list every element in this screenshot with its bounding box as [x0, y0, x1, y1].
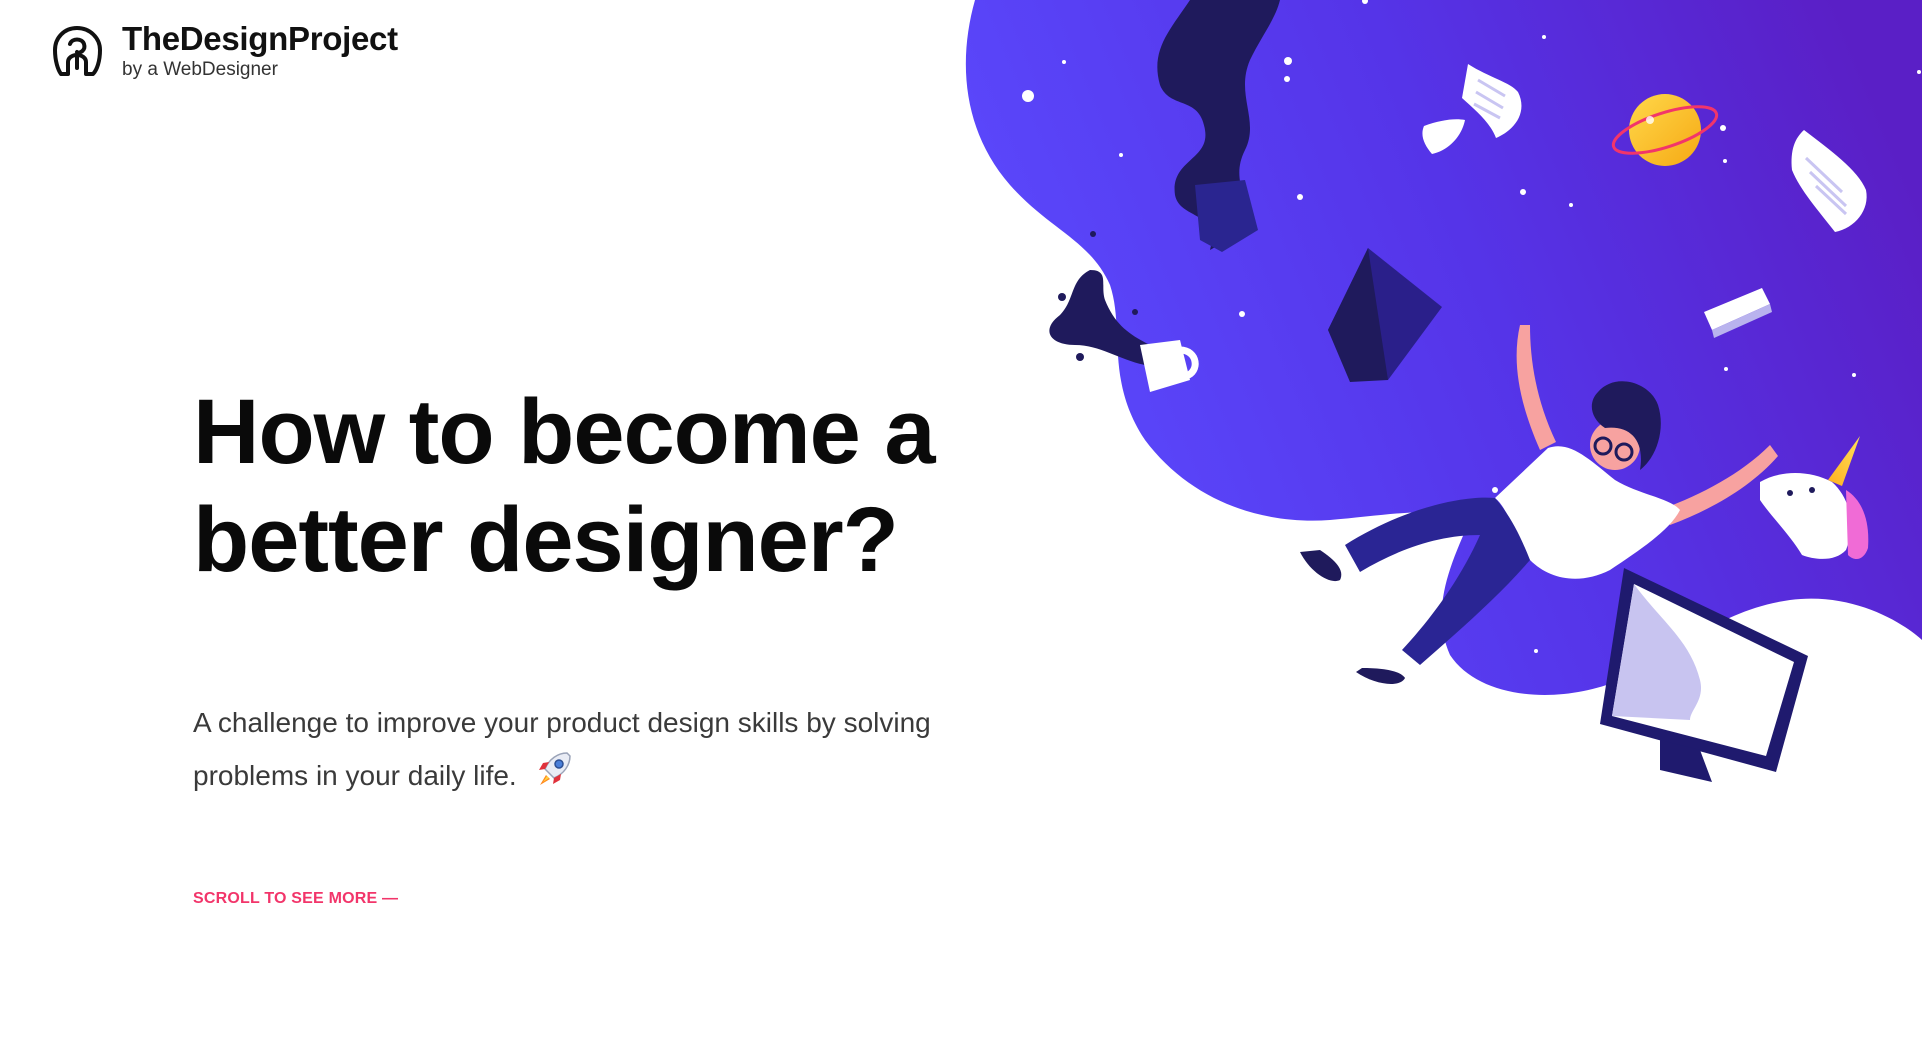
notebook-graphic — [1328, 248, 1442, 382]
hero-title-line-2: better designer? — [193, 489, 899, 591]
unicorn-graphic — [1760, 436, 1869, 560]
brand-text: TheDesignProject by a WebDesigner — [122, 22, 398, 79]
brand-logo-link[interactable]: TheDesignProject by a WebDesigner — [50, 22, 398, 79]
paper-sheets-graphic — [1422, 64, 1867, 232]
purple-blob-shape — [965, 0, 1922, 695]
hero-subtitle-line-2: problems in your daily life. — [193, 759, 517, 791]
hero-subtitle-line-1: A challenge to improve your product desi… — [193, 707, 931, 738]
planet-graphic — [1611, 94, 1719, 166]
hero-subtitle: A challenge to improve your product desi… — [193, 697, 993, 806]
star-dots — [1022, 0, 1921, 653]
spilled-mug-graphic — [1049, 231, 1199, 392]
elephant-logo-icon — [53, 25, 102, 76]
hero-title-line-1: How to become a — [193, 381, 936, 483]
monitor-graphic — [1600, 568, 1808, 782]
hero-section: How to become a better designer? A chall… — [193, 378, 1093, 908]
scroll-to-see-more-link[interactable]: SCROLL TO SEE MORE — — [193, 890, 398, 908]
designer-character — [1300, 325, 1778, 684]
eraser-graphic — [1704, 288, 1772, 338]
hero-title: How to become a better designer? — [193, 378, 1093, 594]
brand-tagline: by a WebDesigner — [122, 59, 278, 80]
page: TheDesignProject by a WebDesigner How to… — [0, 0, 1922, 1050]
brand-name: TheDesignProject — [122, 20, 398, 57]
plant-pot-graphic — [1157, 0, 1280, 252]
rocket-icon — [534, 749, 574, 806]
